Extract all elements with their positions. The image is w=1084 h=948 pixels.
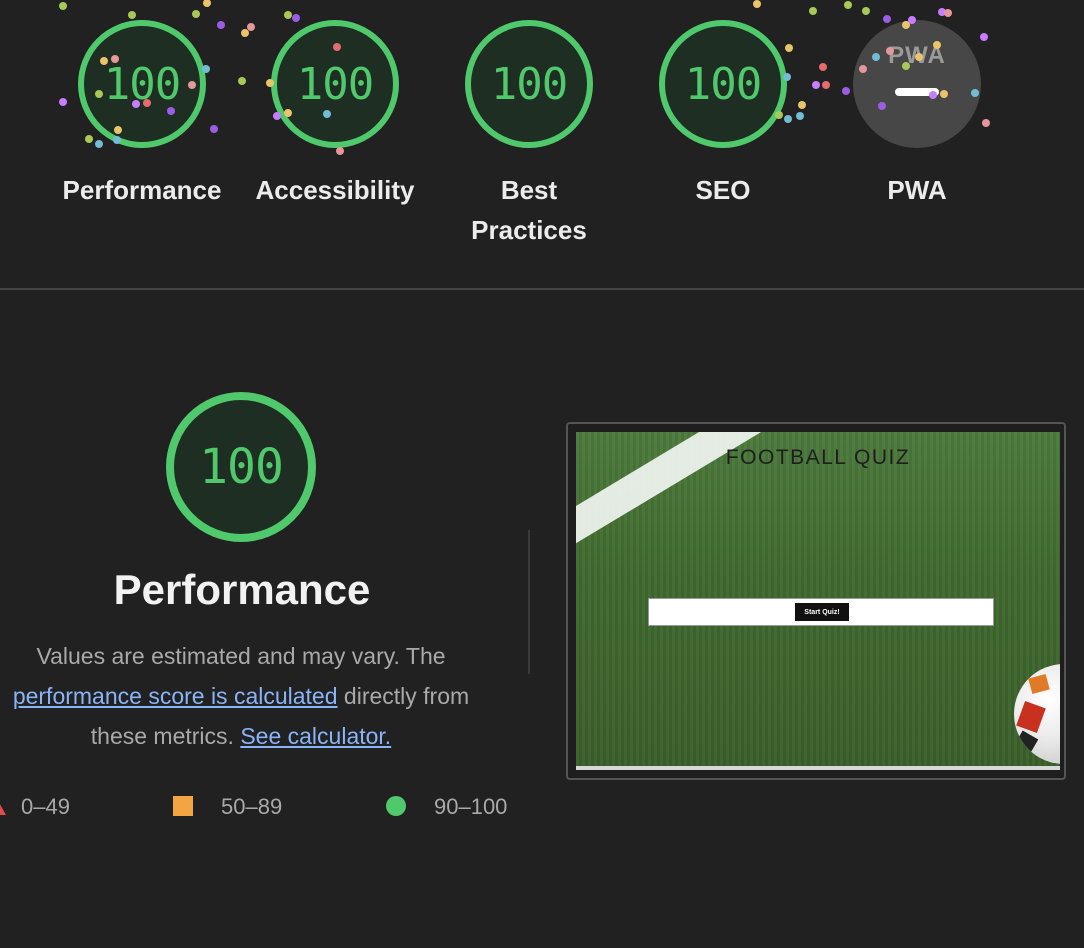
score-ring: 100	[659, 20, 787, 148]
performance-score-ring: 100	[166, 392, 316, 542]
score-value: 100	[296, 58, 374, 110]
score-value: 100	[684, 58, 762, 110]
description-text: Values are estimated and may vary. The	[36, 643, 446, 669]
screenshot-bottom-bar	[576, 766, 1060, 770]
pwa-dash-icon	[895, 88, 939, 96]
gauge-label: PWA	[887, 175, 947, 205]
score-ring: 100	[271, 20, 399, 148]
score-ring: 100	[78, 20, 206, 148]
pass-circle-icon	[386, 796, 406, 816]
performance-description: Values are estimated and may vary. The p…	[0, 636, 486, 756]
football-image	[1014, 664, 1060, 764]
see-calculator-link[interactable]: See calculator.	[240, 723, 391, 749]
legend-fail-range: 0–49	[21, 794, 70, 819]
performance-gauge: 100	[166, 392, 316, 542]
score-calculated-link[interactable]: performance score is calculated	[13, 683, 338, 709]
gauge-performance[interactable]: 100 Performance	[52, 20, 232, 210]
legend-average-range: 50–89	[221, 794, 283, 819]
final-screenshot-frame[interactable]: FOOTBALL QUIZ Start Quiz!	[566, 422, 1066, 780]
gauge-label: Accessibility	[255, 175, 415, 205]
start-quiz-button: Start Quiz!	[795, 603, 849, 621]
fail-triangle-icon	[0, 797, 6, 815]
final-screenshot: FOOTBALL QUIZ Start Quiz!	[576, 432, 1060, 770]
performance-title: Performance	[113, 566, 371, 613]
quiz-page-title: FOOTBALL QUIZ	[725, 446, 911, 469]
category-gauges: 100 Performance 100 Accessibility 100 Be…	[0, 0, 1084, 288]
pwa-badge-text: PWA	[888, 42, 946, 69]
gauge-label: Best Practices	[471, 175, 587, 245]
gauge-accessibility[interactable]: 100 Accessibility	[245, 20, 425, 210]
score-value: 100	[490, 58, 568, 110]
score-scale-legend: 0–49 50–89 90–100	[0, 790, 520, 822]
score-value: 100	[103, 58, 181, 110]
legend-pass-range: 90–100	[434, 794, 508, 819]
average-square-icon	[173, 796, 193, 816]
score-ring: 100	[465, 20, 593, 148]
performance-score: 100	[199, 439, 284, 495]
gauge-best-practices[interactable]: 100 Best Practices	[439, 20, 619, 250]
pwa-badge: PWA	[853, 20, 981, 148]
section-divider	[0, 288, 1084, 290]
gauge-pwa[interactable]: PWA PWA	[827, 20, 1007, 210]
quiz-start-panel: Start Quiz!	[648, 598, 994, 626]
gauge-label: Performance	[62, 175, 222, 205]
vertical-separator	[528, 530, 530, 674]
gauge-label: SEO	[695, 175, 751, 205]
gauge-seo[interactable]: 100 SEO	[633, 20, 813, 210]
